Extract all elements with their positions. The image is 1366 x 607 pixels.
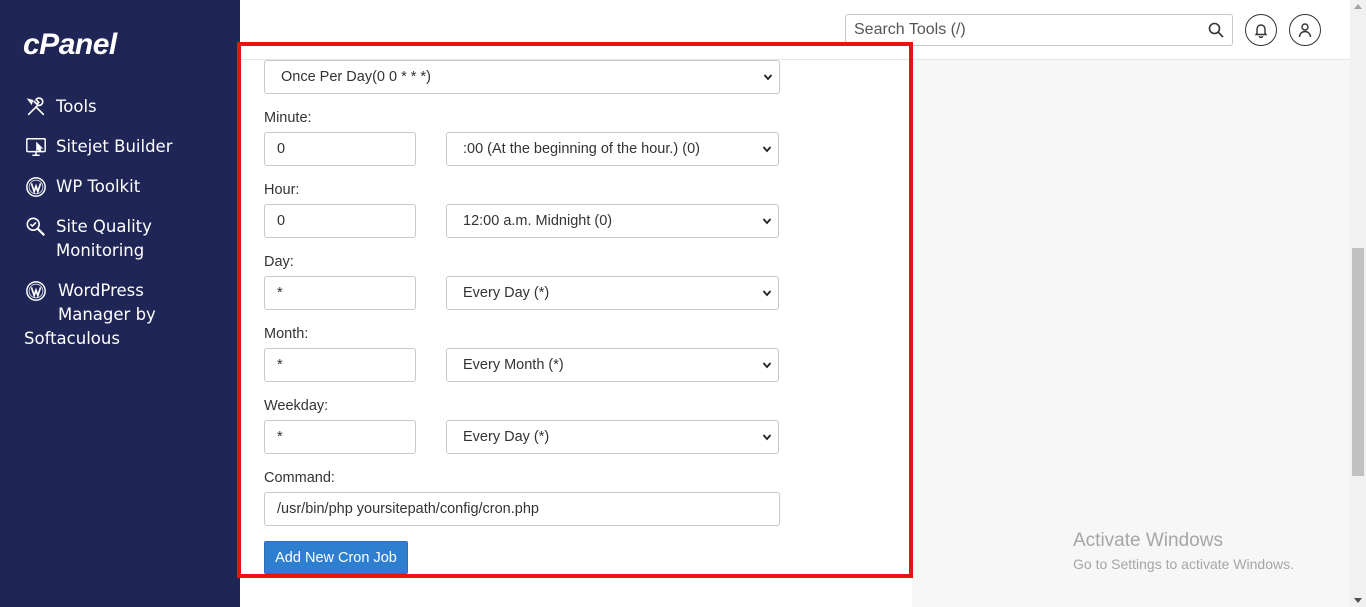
hour-input[interactable]: 0 [264, 204, 416, 238]
chevron-down-icon [762, 434, 772, 441]
month-select[interactable]: Every Month (*) [446, 348, 779, 382]
sidebar-item-label: Site Quality [56, 217, 152, 236]
bell-icon [1254, 24, 1268, 38]
tools-icon [24, 95, 48, 119]
cpanel-logo[interactable]: cPanel [23, 28, 117, 62]
sidebar-item-label: Softaculous [24, 329, 120, 348]
scroll-up-arrow-icon[interactable] [1354, 4, 1362, 9]
sidebar: cPanel Tools Sitejet Builder WP Toolkit [0, 0, 240, 607]
search-icon[interactable] [1208, 22, 1224, 38]
sidebar-item-label: WordPress [58, 281, 144, 300]
sidebar-item-label: Tools [56, 97, 97, 116]
month-label: Month: [264, 326, 309, 342]
common-settings-select[interactable]: Once Per Day(0 0 * * *) [264, 60, 780, 94]
sidebar-item-site-quality-monitoring[interactable]: Site Quality Monitoring [24, 215, 152, 263]
wordpress-icon [24, 175, 48, 199]
search-input[interactable] [846, 15, 1186, 45]
weekday-input[interactable]: * [264, 420, 416, 454]
scroll-down-arrow-icon[interactable] [1354, 598, 1362, 603]
weekday-select-value: Every Day (*) [463, 429, 550, 445]
month-input[interactable]: * [264, 348, 416, 382]
sitejet-icon [24, 135, 48, 159]
chevron-down-icon [762, 362, 772, 369]
add-new-cron-job-button[interactable]: Add New Cron Job [264, 541, 408, 574]
weekday-select[interactable]: Every Day (*) [446, 420, 779, 454]
wordpress-icon [24, 279, 48, 303]
chevron-down-icon [762, 146, 772, 153]
common-settings-value: Once Per Day(0 0 * * *) [281, 69, 431, 85]
sidebar-item-label: Manager by [58, 305, 156, 324]
minute-input[interactable]: 0 [264, 132, 416, 166]
vertical-scrollbar[interactable] [1350, 0, 1366, 607]
search-box[interactable] [845, 14, 1233, 46]
sidebar-item-tools[interactable]: Tools [24, 95, 97, 119]
sidebar-item-label: WP Toolkit [56, 177, 141, 196]
sidebar-item-wordpress-manager[interactable]: WordPress Manager by Softaculous [24, 279, 156, 351]
minute-select-value: :00 (At the beginning of the hour.) (0) [463, 141, 700, 157]
minute-select[interactable]: :00 (At the beginning of the hour.) (0) [446, 132, 779, 166]
sidebar-item-label: Monitoring [56, 241, 145, 260]
day-select[interactable]: Every Day (*) [446, 276, 779, 310]
day-input[interactable]: * [264, 276, 416, 310]
hour-select-value: 12:00 a.m. Midnight (0) [463, 213, 613, 229]
scrollbar-thumb[interactable] [1352, 248, 1364, 476]
day-select-value: Every Day (*) [463, 285, 550, 301]
month-select-value: Every Month (*) [463, 357, 564, 373]
activate-windows-title: Activate Windows [1073, 530, 1223, 551]
sidebar-item-sitejet-builder[interactable]: Sitejet Builder [24, 135, 172, 159]
minute-label: Minute: [264, 110, 312, 126]
command-label: Command: [264, 470, 335, 486]
command-input[interactable]: /usr/bin/php yoursitepath/config/cron.ph… [264, 492, 780, 526]
sidebar-item-label: Sitejet Builder [56, 137, 173, 156]
chevron-down-icon [763, 74, 773, 81]
user-menu-button[interactable] [1289, 14, 1321, 46]
chevron-down-icon [762, 290, 772, 297]
hour-label: Hour: [264, 182, 300, 198]
day-label: Day: [264, 254, 294, 270]
user-icon [1298, 23, 1312, 38]
chevron-down-icon [762, 218, 772, 225]
notifications-button[interactable] [1245, 14, 1277, 46]
activate-windows-subtitle: Go to Settings to activate Windows. [1073, 556, 1294, 572]
weekday-label: Weekday: [264, 398, 329, 414]
hour-select[interactable]: 12:00 a.m. Midnight (0) [446, 204, 779, 238]
sidebar-item-wp-toolkit[interactable]: WP Toolkit [24, 175, 140, 199]
site-quality-icon [24, 215, 48, 239]
